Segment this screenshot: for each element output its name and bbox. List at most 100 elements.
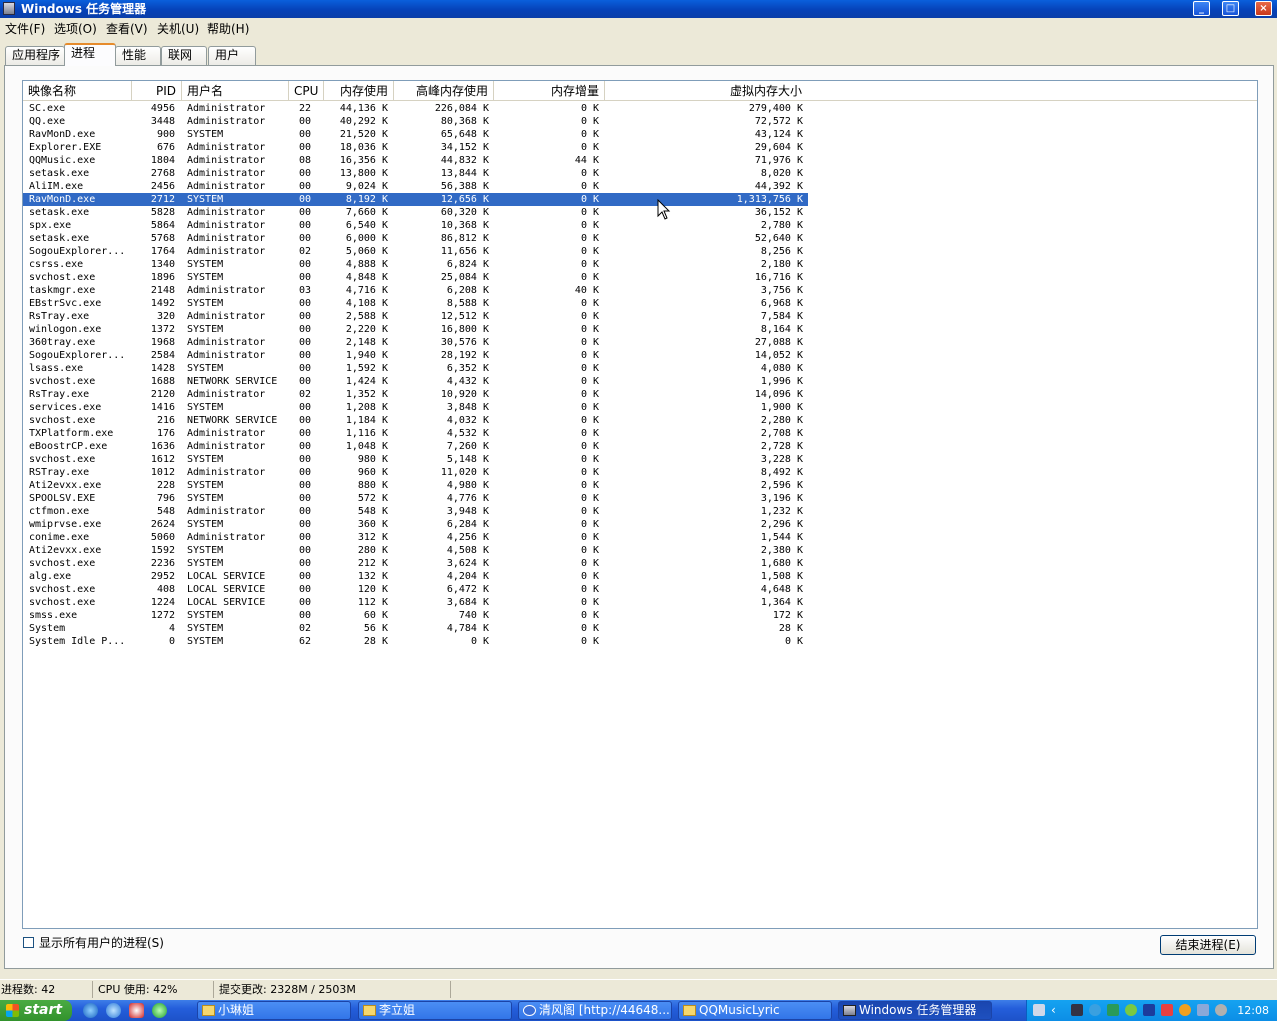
qq-tray-icon[interactable] [1071, 1004, 1083, 1016]
menu-file[interactable]: 文件(F) [5, 21, 45, 37]
table-row[interactable]: SPOOLSV.EXE 796 SYSTEM 00 572 K 4,776 K0 K 3,1… [23, 492, 808, 505]
table-row[interactable]: services.exe 1416 SYSTEM 00 1,208 K 3,848 K0 … [23, 401, 808, 414]
menu-shutdown[interactable]: 关机(U) [157, 21, 199, 37]
minimize-button[interactable]: _ [1193, 1, 1210, 16]
close-button[interactable]: × [1255, 1, 1272, 16]
table-row[interactable]: RsTray.exe 2120 Administrator 02 1,352 K 10,9… [23, 388, 808, 401]
tab-users[interactable]: 用户 [208, 46, 256, 65]
table-row[interactable]: System 4 SYSTEM 02 56 K 4,784 K0 K 28 K [23, 622, 808, 635]
table-row[interactable]: System Idle P... 0 SYSTEM 62 28 K0 K0 K0 K [23, 635, 808, 648]
tab-applications[interactable]: 应用程序 [5, 46, 65, 65]
taskbar-button-qingfengge[interactable]: 清风阁 [http://44648... [518, 1001, 672, 1020]
table-row[interactable]: Ati2evxx.exe 228 SYSTEM 00 880 K 4,980 K0 K 2,… [23, 479, 808, 492]
table-row[interactable]: RavMonD.exe 900 SYSTEM 00 21,520 K 65,648 K0 … [23, 128, 808, 141]
clock[interactable]: 12:08 [1237, 1000, 1269, 1021]
ie-shortcut-icon[interactable] [106, 1003, 121, 1018]
taskbar-button-lilijie[interactable]: 李立姐 [358, 1001, 512, 1020]
process-list[interactable]: 映像名称 PID 用户名 CPU 内存使用 高峰内存使用 内存增量 虚拟内存大小… [22, 80, 1258, 929]
keyboard-icon[interactable] [1033, 1004, 1045, 1016]
shield-icon[interactable] [1107, 1004, 1119, 1016]
menu-options[interactable]: 选项(O) [54, 21, 97, 37]
table-row[interactable]: setask.exe 5768 Administrator 00 6,000 K 86,8… [23, 232, 808, 245]
cell-pid: 2712 [150, 194, 175, 205]
table-row[interactable]: RSTray.exe 1012 Administrator 00 960 K 11,020… [23, 466, 808, 479]
column-peak-mem[interactable]: 高峰内存使用 [394, 81, 494, 100]
cell-image-name: setask.exe [29, 207, 90, 218]
table-row[interactable]: svchost.exe 1612 SYSTEM 00 980 K 5,148 K0 K 3,… [23, 453, 808, 466]
column-user-name[interactable]: 用户名 [182, 81, 289, 100]
table-row[interactable]: Explorer.EXE 676 Administrator 00 18,036 K 34… [23, 141, 808, 154]
cell-mem: 4,888 K [345, 259, 388, 270]
table-row[interactable]: AliIM.exe 2456 Administrator 00 9,024 K 56,38… [23, 180, 808, 193]
table-row[interactable]: setask.exe 2768 Administrator 00 13,800 K 13,… [23, 167, 808, 180]
table-row[interactable]: taskmgr.exe 2148 Administrator 03 4,716 K 6,2… [23, 284, 808, 297]
table-row[interactable]: alg.exe 2952 LOCAL SERVICE 00 132 K 4,204 K0 … [23, 570, 808, 583]
table-row[interactable]: winlogon.exe 1372 SYSTEM 00 2,220 K 16,800 K0… [23, 323, 808, 336]
monitor-icon[interactable] [1143, 1004, 1155, 1016]
table-row[interactable]: RsTray.exe 320 Administrator 00 2,588 K 12,51… [23, 310, 808, 323]
qq-browser-icon[interactable] [129, 1003, 144, 1018]
status-commit-charge: 提交更改: 2328M / 2503M [218, 981, 451, 998]
table-row[interactable]: SogouExplorer... 1764 Administrator 02 5,060… [23, 245, 808, 258]
table-row[interactable]: svchost.exe 216 NETWORK SERVICE 00 1,184 K 4,… [23, 414, 808, 427]
cell-image-name: svchost.exe [29, 558, 96, 569]
menu-view[interactable]: 查看(V) [106, 21, 148, 37]
table-row[interactable]: conime.exe 5060 Administrator 00 312 K 4,256 … [23, 531, 808, 544]
table-row[interactable]: csrss.exe 1340 SYSTEM 00 4,888 K 6,824 K0 K 2,… [23, 258, 808, 271]
column-image-name[interactable]: 映像名称 [23, 81, 132, 100]
table-row[interactable]: setask.exe 5828 Administrator 00 7,660 K 60,3… [23, 206, 808, 219]
360-icon[interactable] [152, 1003, 167, 1018]
table-row[interactable]: svchost.exe 408 LOCAL SERVICE 00 120 K 6,472 … [23, 583, 808, 596]
tab-processes[interactable]: 进程 [64, 43, 116, 66]
show-all-processes-checkbox[interactable]: 显示所有用户的进程(S) [23, 936, 164, 950]
table-row[interactable]: TXPlatform.exe 176 Administrator 00 1,116 K4… [23, 427, 808, 440]
taskbar-button-xiaolinjie[interactable]: 小琳姐 [197, 1001, 351, 1020]
table-row[interactable]: SC.exe 4956 Administrator 22 44,136 K 226,084… [23, 102, 808, 115]
column-mem-usage[interactable]: 内存使用 [324, 81, 394, 100]
taskbar-button-qqmusiclyric[interactable]: QQMusicLyric [678, 1001, 832, 1020]
table-row[interactable]: EBstrSvc.exe 1492 SYSTEM 00 4,108 K 8,588 K0 … [23, 297, 808, 310]
table-row[interactable]: spx.exe 5864 Administrator 00 6,540 K 10,368 … [23, 219, 808, 232]
column-mem-delta[interactable]: 内存增量 [494, 81, 605, 100]
table-row[interactable]: svchost.exe 1688 NETWORK SERVICE 00 1,424 K4… [23, 375, 808, 388]
tab-networking[interactable]: 联网 [161, 46, 207, 65]
cell-user: Administrator [187, 168, 266, 179]
cell-peak-mem: 25,084 K [440, 272, 489, 283]
cell-mem-delta: 0 K [580, 584, 599, 595]
volume-icon[interactable] [1215, 1004, 1227, 1016]
column-cpu[interactable]: CPU [289, 81, 324, 100]
table-row[interactable]: QQ.exe 3448 Administrator 00 40,292 K 80,368 … [23, 115, 808, 128]
start-button[interactable]: start [0, 1000, 72, 1021]
table-row[interactable]: svchost.exe 2236 SYSTEM 00 212 K 3,624 K0 K 1,… [23, 557, 808, 570]
table-row[interactable]: lsass.exe 1428 SYSTEM 00 1,592 K 6,352 K0 K 4,… [23, 362, 808, 375]
maximize-button[interactable]: □ [1222, 1, 1239, 16]
360-tray-icon[interactable] [1125, 1004, 1137, 1016]
title-bar[interactable]: Windows 任务管理器 _ □ × [0, 0, 1277, 18]
cell-vm-size: 28 K [778, 623, 803, 634]
table-row[interactable]: svchost.exe 1224 LOCAL SERVICE 00 112 K 3,684… [23, 596, 808, 609]
table-row[interactable]: ctfmon.exe 548 Administrator 00 548 K 3,948 K… [23, 505, 808, 518]
table-row[interactable]: 360tray.exe 1968 Administrator 00 2,148 K 30,… [23, 336, 808, 349]
table-row[interactable]: SogouExplorer... 2584 Administrator 00 1,940… [23, 349, 808, 362]
network-icon[interactable] [1089, 1004, 1101, 1016]
alert-icon[interactable] [1161, 1004, 1173, 1016]
column-vm-size[interactable]: 虚拟内存大小 [605, 81, 807, 100]
table-row[interactable]: RavMonD.exe 2712 SYSTEM 00 8,192 K 12,656 K0 … [23, 193, 808, 206]
table-row[interactable]: Ati2evxx.exe 1592 SYSTEM 00 280 K 4,508 K0 K2… [23, 544, 808, 557]
table-row[interactable]: svchost.exe 1896 SYSTEM 00 4,848 K 25,084 K0 … [23, 271, 808, 284]
table-row[interactable]: smss.exe 1272 SYSTEM 00 60 K 740 K0 K 172 K [23, 609, 808, 622]
checkbox-box[interactable] [23, 937, 34, 948]
taskbar-button-taskmgr[interactable]: Windows 任务管理器 [838, 1001, 992, 1020]
column-pid[interactable]: PID [132, 81, 182, 100]
end-process-button[interactable]: 结束进程(E) [1160, 935, 1256, 955]
menu-help[interactable]: 帮助(H) [207, 21, 249, 37]
cell-peak-mem: 4,532 K [446, 428, 489, 439]
printer-icon[interactable] [1197, 1004, 1209, 1016]
table-row[interactable]: wmiprvse.exe 2624 SYSTEM 00 360 K 6,284 K0 K2… [23, 518, 808, 531]
ie-icon[interactable] [83, 1003, 98, 1018]
speed-icon[interactable] [1179, 1004, 1191, 1016]
tab-performance[interactable]: 性能 [115, 46, 161, 65]
table-row[interactable]: QQMusic.exe 1804 Administrator 08 16,356 K 44… [23, 154, 808, 167]
table-row[interactable]: eBoostrCP.exe 1636 Administrator 00 1,048 K7… [23, 440, 808, 453]
chevron-left-icon[interactable]: ‹ [1051, 1004, 1063, 1016]
